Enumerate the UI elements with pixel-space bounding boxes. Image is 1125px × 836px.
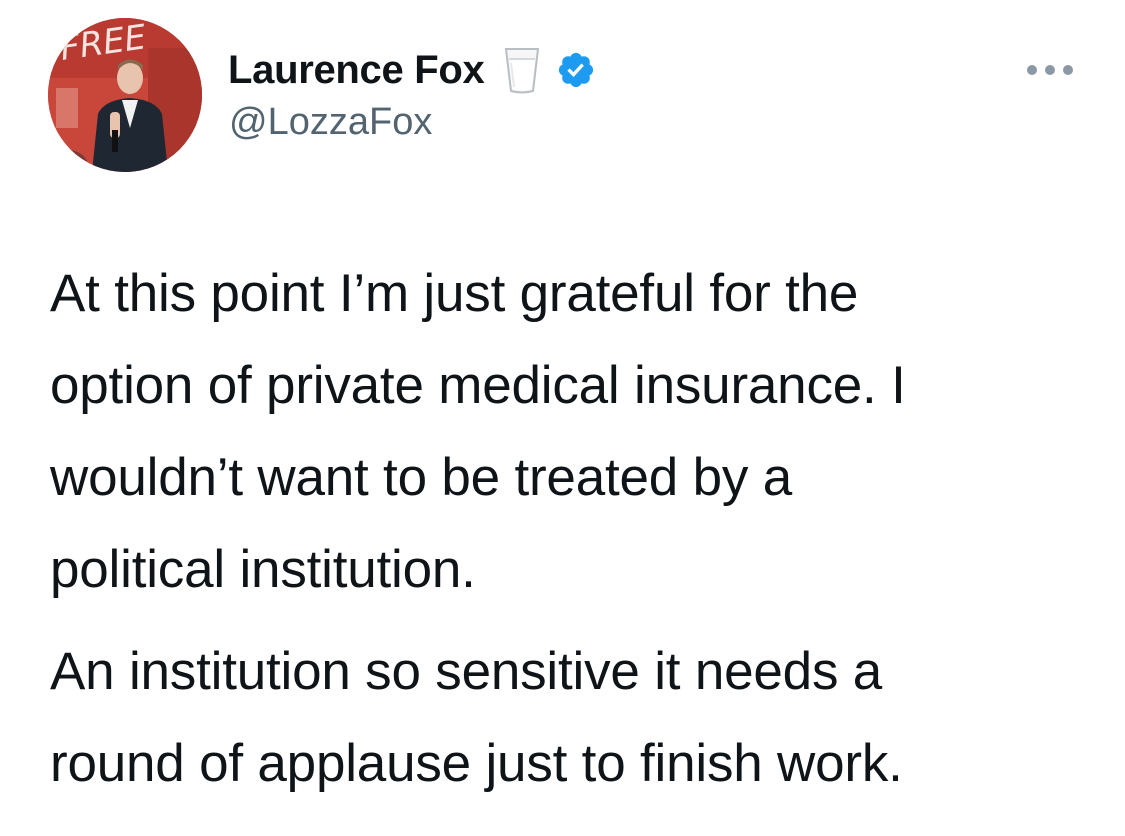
- avatar[interactable]: FREE: [48, 18, 202, 172]
- verified-badge-icon: [556, 50, 596, 90]
- tweet-line: At this point I’m just grateful for the: [50, 264, 859, 323]
- tweet: FREE Laurence Fox @LozzaFox At this poin…: [0, 0, 1125, 836]
- tweet-paragraph: At this point I’m just grateful for the …: [50, 248, 1090, 616]
- tweet-line: wouldn’t want to be treated by a: [50, 448, 792, 507]
- tweet-line: round of applause just to finish work.: [50, 734, 903, 793]
- tweet-line: option of private medical insurance. I: [50, 356, 906, 415]
- avatar-image: FREE: [48, 18, 202, 172]
- author-handle[interactable]: @LozzaFox: [229, 101, 432, 144]
- tweet-paragraph: An institution so sensitive it needs a r…: [50, 626, 1090, 810]
- tweet-text: At this point I’m just grateful for the …: [50, 248, 1090, 810]
- tweet-line: An institution so sensitive it needs a: [50, 642, 883, 701]
- author-display-name[interactable]: Laurence Fox: [228, 48, 485, 93]
- tweet-line: political institution.: [50, 540, 476, 599]
- author-name-row: Laurence Fox: [228, 44, 596, 96]
- more-options-button[interactable]: [1020, 50, 1080, 90]
- more-options-icon: [1027, 65, 1073, 75]
- milk-glass-icon: [502, 45, 542, 95]
